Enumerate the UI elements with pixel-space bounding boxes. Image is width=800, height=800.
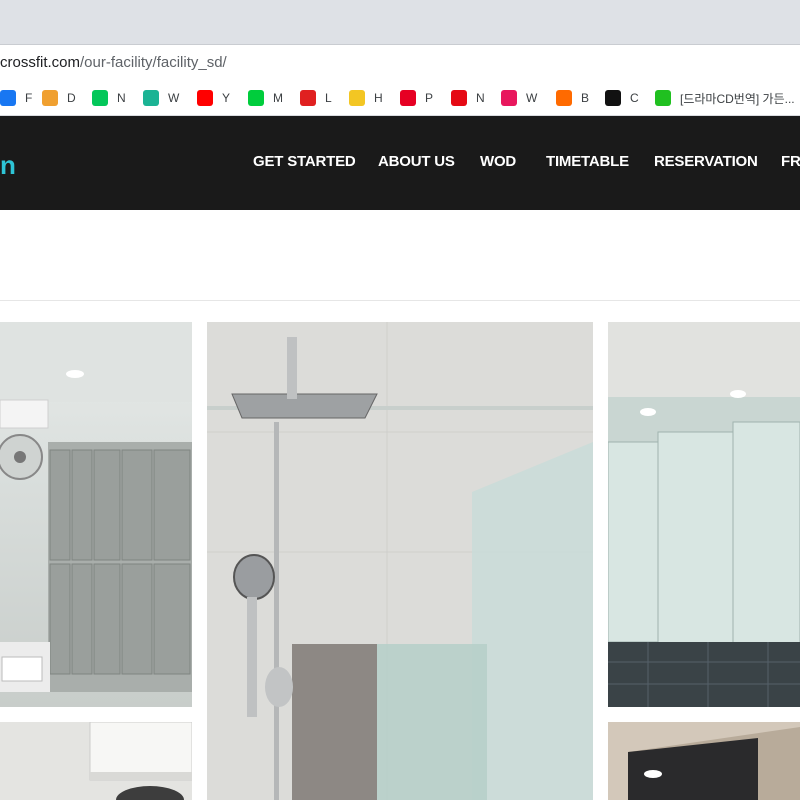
daum-icon bbox=[42, 90, 58, 106]
gallery-photo-tv-room[interactable] bbox=[608, 722, 800, 800]
bookmark-item[interactable]: M bbox=[248, 89, 283, 107]
url-host: crossfit.com bbox=[0, 54, 81, 71]
bookmark-item[interactable]: P bbox=[400, 89, 433, 107]
bookmark-label: W bbox=[526, 91, 538, 105]
bookmark-item[interactable]: C bbox=[605, 89, 639, 107]
bookmark-label: P bbox=[425, 91, 434, 105]
gallery-photo-locker-room[interactable] bbox=[0, 322, 192, 707]
bookmark-item[interactable]: B bbox=[556, 89, 589, 107]
site-header: n GET STARTED ABOUT US WOD TIMETABLE RES… bbox=[0, 116, 800, 210]
facebook-icon bbox=[0, 90, 16, 106]
bookmark-item[interactable]: H bbox=[349, 89, 383, 107]
bookmark-label: [드라마CD번역] 가든... bbox=[680, 91, 795, 106]
nav-timetable[interactable]: TIMETABLE bbox=[546, 153, 629, 170]
tv-room-illustration bbox=[608, 722, 800, 800]
bookmark-label: H bbox=[374, 91, 383, 105]
bookmark-label: M bbox=[273, 91, 283, 105]
whale-icon bbox=[143, 90, 159, 106]
gallery-photo-aircon[interactable] bbox=[0, 722, 192, 800]
bookmark-item[interactable]: D bbox=[42, 89, 76, 107]
bookmark-label: L bbox=[325, 91, 332, 105]
nav-fr[interactable]: FR bbox=[781, 153, 800, 170]
b-icon bbox=[556, 90, 572, 106]
bookmark-label: W bbox=[168, 91, 180, 105]
bookmarks-bar: F D N W Y M L H P N W B C [드라마CD번역] 가든... bbox=[0, 80, 800, 116]
bookmark-label: B bbox=[581, 91, 590, 105]
url-text[interactable]: crossfit.com/our-facility/facility_sd/ bbox=[0, 54, 227, 71]
nav-about-us[interactable]: ABOUT US bbox=[378, 153, 455, 170]
pinterest-icon bbox=[400, 90, 416, 106]
shower-illustration bbox=[207, 322, 593, 800]
naver-icon bbox=[92, 90, 108, 106]
nav-get-started[interactable]: GET STARTED bbox=[253, 153, 356, 170]
bookmark-item[interactable]: W bbox=[501, 89, 537, 107]
locker-room-illustration bbox=[0, 322, 192, 692]
bookmark-item[interactable]: L bbox=[300, 89, 332, 107]
bookmark-item[interactable]: W bbox=[143, 89, 179, 107]
address-bar[interactable]: crossfit.com/our-facility/facility_sd/ bbox=[0, 44, 800, 80]
bookmark-label: D bbox=[67, 91, 76, 105]
bookmark-item[interactable]: N bbox=[92, 89, 126, 107]
content-divider bbox=[0, 300, 800, 301]
browser-tab-strip bbox=[0, 0, 800, 44]
youtube-icon bbox=[197, 90, 213, 106]
bookmark-item[interactable]: F bbox=[0, 89, 32, 107]
l-icon bbox=[300, 90, 316, 106]
bookmark-label: N bbox=[476, 91, 485, 105]
aircon-illustration bbox=[0, 722, 192, 800]
site-logo[interactable]: n bbox=[0, 150, 16, 181]
bookmark-item[interactable]: [드라마CD번역] 가든... bbox=[655, 89, 795, 107]
w-icon bbox=[501, 90, 517, 106]
blog-icon bbox=[655, 90, 671, 106]
c-icon bbox=[605, 90, 621, 106]
h-icon bbox=[349, 90, 365, 106]
nav-wod[interactable]: WOD bbox=[480, 153, 516, 170]
nav-reservation[interactable]: RESERVATION bbox=[654, 153, 758, 170]
netflix-icon bbox=[451, 90, 467, 106]
shower-stalls-illustration bbox=[608, 322, 800, 707]
url-path: /our-facility/facility_sd/ bbox=[80, 54, 227, 71]
bookmark-label: N bbox=[117, 91, 126, 105]
bookmark-item[interactable]: N bbox=[451, 89, 485, 107]
bookmark-label: C bbox=[630, 91, 639, 105]
bookmark-item[interactable]: Y bbox=[197, 89, 230, 107]
melon-icon bbox=[248, 90, 264, 106]
gallery-photo-shower-stalls[interactable] bbox=[608, 322, 800, 707]
bookmark-label: Y bbox=[222, 91, 231, 105]
gallery-photo-shower[interactable] bbox=[207, 322, 593, 800]
bookmark-label: F bbox=[25, 91, 33, 105]
